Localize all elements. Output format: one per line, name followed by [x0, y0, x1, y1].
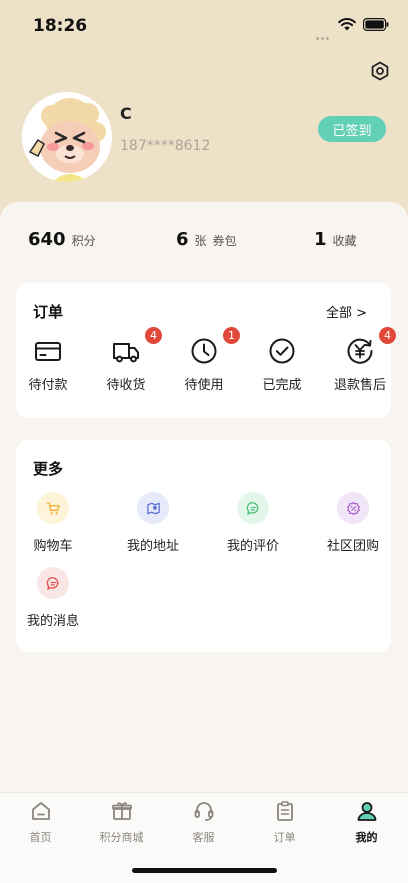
- order-refund-label: 退款售后: [333, 378, 386, 393]
- more-item-address-label: 我的地址: [126, 539, 179, 554]
- home-indicator: [132, 868, 277, 873]
- more-item-messages[interactable]: 我的消息: [13, 567, 93, 629]
- more-title: 更多: [33, 460, 64, 478]
- more-item-reviews[interactable]: 我的评价: [213, 492, 293, 554]
- pending-receipt-badge: 4: [145, 327, 162, 344]
- status-time: 18:26: [33, 16, 88, 36]
- group-buy-icon: [337, 492, 369, 524]
- coupons-unit: 张: [194, 234, 207, 248]
- more-item-messages-label: 我的消息: [26, 614, 79, 629]
- coupons-label: 券包: [212, 234, 237, 248]
- order-pending-receipt-label: 待收货: [106, 378, 146, 393]
- tab-orders-label: 订单: [273, 831, 296, 844]
- card-icon: [35, 342, 61, 361]
- settings-icon[interactable]: [368, 59, 392, 83]
- order-pending-use[interactable]: 待使用: [169, 336, 239, 393]
- home-icon: [31, 802, 50, 820]
- more-item-group-buy[interactable]: 社区团购: [313, 492, 393, 554]
- address-icon: [137, 492, 169, 524]
- favorites-label: 收藏: [332, 234, 357, 248]
- order-completed-label: 已完成: [262, 378, 302, 393]
- points-value: 640: [28, 229, 66, 250]
- clipboard-icon: [276, 801, 293, 821]
- clock-icon: [191, 338, 217, 364]
- more-item-cart-label: 购物车: [33, 539, 73, 554]
- favorites-value: 1: [314, 229, 327, 250]
- message-icon: [37, 567, 69, 599]
- tab-points-mall-label: 积分商城: [99, 831, 144, 844]
- order-completed[interactable]: 已完成: [247, 336, 317, 393]
- avatar[interactable]: [22, 92, 112, 182]
- order-pending-payment-label: 待付款: [28, 378, 68, 393]
- orders-all-link[interactable]: 全部 >: [326, 302, 367, 321]
- tab-customer-service[interactable]: 客服: [163, 799, 244, 845]
- points-stat[interactable]: 640 积分: [28, 229, 96, 250]
- more-item-address[interactable]: 我的地址: [113, 492, 193, 554]
- person-icon: [357, 802, 376, 821]
- username: C: [120, 104, 132, 123]
- wifi-icon: [338, 18, 356, 31]
- checkin-button[interactable]: 已签到: [318, 116, 386, 142]
- tab-profile-label: 我的: [355, 831, 378, 844]
- tab-home[interactable]: 首页: [0, 799, 81, 845]
- order-pending-receipt[interactable]: 待收货: [91, 336, 161, 393]
- tab-profile[interactable]: 我的: [326, 799, 407, 845]
- phone-number: 187****8612: [120, 138, 211, 154]
- points-label: 积分: [71, 234, 96, 248]
- pending-use-badge: 1: [223, 327, 240, 344]
- orders-title: 订单: [33, 303, 64, 321]
- signal-dots-icon: [316, 25, 334, 40]
- coupons-stat[interactable]: 6 张 券包: [176, 229, 237, 250]
- comment-icon: [237, 492, 269, 524]
- headset-icon: [194, 802, 213, 821]
- order-pending-use-label: 待使用: [184, 378, 224, 393]
- check-circle-icon: [269, 338, 295, 364]
- battery-icon: [363, 18, 389, 31]
- status-bar: 18:26: [0, 0, 408, 52]
- tab-customer-service-label: 客服: [192, 831, 215, 844]
- order-pending-payment[interactable]: 待付款: [13, 336, 83, 393]
- truck-icon: [113, 343, 139, 363]
- tab-home-label: 首页: [29, 831, 52, 844]
- more-item-cart[interactable]: 购物车: [13, 492, 93, 554]
- cartoon-lion-avatar-icon: [22, 92, 112, 182]
- yen-refund-icon: [347, 338, 373, 364]
- cart-icon: [37, 492, 69, 524]
- refund-badge: 4: [379, 327, 396, 344]
- favorites-stat[interactable]: 1 收藏: [314, 229, 357, 250]
- tab-orders[interactable]: 订单: [244, 799, 325, 845]
- gift-icon: [111, 802, 132, 820]
- coupons-value: 6: [176, 229, 189, 250]
- more-item-group-buy-label: 社区团购: [326, 539, 379, 554]
- more-item-reviews-label: 我的评价: [226, 539, 279, 554]
- tab-points-mall[interactable]: 积分商城: [81, 799, 162, 845]
- order-refund[interactable]: 退款售后: [325, 336, 395, 393]
